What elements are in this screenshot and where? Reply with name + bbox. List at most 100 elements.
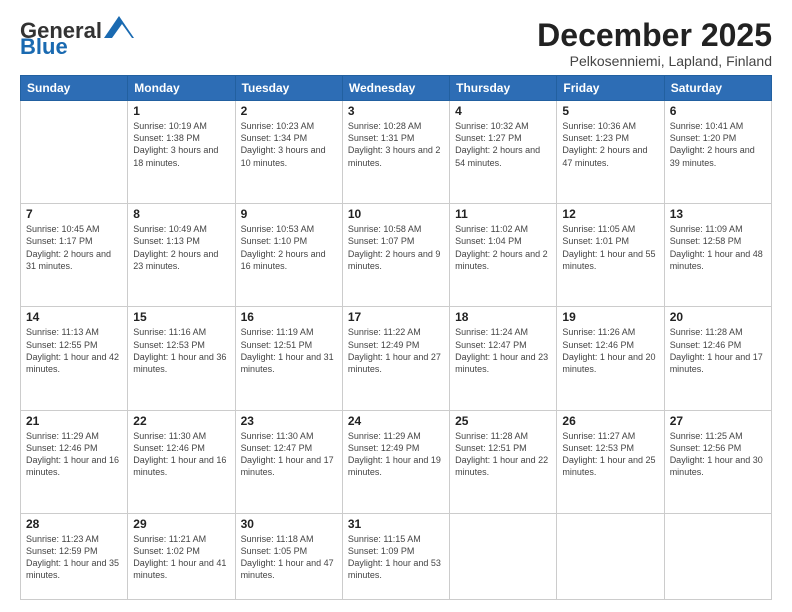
calendar-table: Sunday Monday Tuesday Wednesday Thursday… — [20, 75, 772, 600]
day-number: 28 — [26, 517, 122, 531]
day-info: Sunrise: 11:26 AM Sunset: 12:46 PM Dayli… — [562, 326, 658, 375]
header-sunday: Sunday — [21, 76, 128, 101]
day-info: Sunrise: 11:09 AM Sunset: 12:58 PM Dayli… — [670, 223, 766, 272]
day-number: 15 — [133, 310, 229, 324]
day-number: 19 — [562, 310, 658, 324]
header-thursday: Thursday — [450, 76, 557, 101]
day-number: 17 — [348, 310, 444, 324]
day-info: Sunrise: 11:28 AM Sunset: 12:51 PM Dayli… — [455, 430, 551, 479]
table-row: 17 Sunrise: 11:22 AM Sunset: 12:49 PM Day… — [342, 307, 449, 410]
day-info: Sunrise: 10:49 AM Sunset: 1:13 PM Daylig… — [133, 223, 229, 272]
day-number: 9 — [241, 207, 337, 221]
logo-icon — [104, 16, 134, 38]
calendar-subtitle: Pelkosenniemi, Lapland, Finland — [537, 53, 772, 69]
calendar-week-row: 7Sunrise: 10:45 AM Sunset: 1:17 PM Dayli… — [21, 204, 772, 307]
header-monday: Monday — [128, 76, 235, 101]
table-row: 29 Sunrise: 11:21 AM Sunset: 1:02 PM Dayl… — [128, 513, 235, 599]
day-info: Sunrise: 10:36 AM Sunset: 1:23 PM Daylig… — [562, 120, 658, 169]
day-number: 11 — [455, 207, 551, 221]
table-row: 2Sunrise: 10:23 AM Sunset: 1:34 PM Dayli… — [235, 101, 342, 204]
header-wednesday: Wednesday — [342, 76, 449, 101]
calendar-title: December 2025 — [537, 18, 772, 53]
day-number: 2 — [241, 104, 337, 118]
day-info: Sunrise: 10:28 AM Sunset: 1:31 PM Daylig… — [348, 120, 444, 169]
table-row: 16Sunrise: 11:19 AM Sunset: 12:51 PM Day… — [235, 307, 342, 410]
day-number: 30 — [241, 517, 337, 531]
day-number: 29 — [133, 517, 229, 531]
day-info: Sunrise: 11:13 AM Sunset: 12:55 PM Dayli… — [26, 326, 122, 375]
table-row: 12 Sunrise: 11:05 AM Sunset: 1:01 PM Dayl… — [557, 204, 664, 307]
table-row — [557, 513, 664, 599]
day-info: Sunrise: 11:24 AM Sunset: 12:47 PM Dayli… — [455, 326, 551, 375]
table-row: 22 Sunrise: 11:30 AM Sunset: 12:46 PM Day… — [128, 410, 235, 513]
table-row: 8 Sunrise: 10:49 AM Sunset: 1:13 PM Dayli… — [128, 204, 235, 307]
table-row: 19 Sunrise: 11:26 AM Sunset: 12:46 PM Day… — [557, 307, 664, 410]
table-row: 7Sunrise: 10:45 AM Sunset: 1:17 PM Dayli… — [21, 204, 128, 307]
day-number: 1 — [133, 104, 229, 118]
table-row: 30 Sunrise: 11:18 AM Sunset: 1:05 PM Dayl… — [235, 513, 342, 599]
day-info: Sunrise: 11:27 AM Sunset: 12:53 PM Dayli… — [562, 430, 658, 479]
table-row: 28Sunrise: 11:23 AM Sunset: 12:59 PM Day… — [21, 513, 128, 599]
day-number: 10 — [348, 207, 444, 221]
table-row: 14 Sunrise: 11:13 AM Sunset: 12:55 PM Day… — [21, 307, 128, 410]
table-row: 26 Sunrise: 11:27 AM Sunset: 12:53 PM Day… — [557, 410, 664, 513]
table-row: 9 Sunrise: 10:53 AM Sunset: 1:10 PM Dayli… — [235, 204, 342, 307]
day-info: Sunrise: 11:22 AM Sunset: 12:49 PM Dayli… — [348, 326, 444, 375]
day-number: 7 — [26, 207, 122, 221]
day-number: 22 — [133, 414, 229, 428]
day-number: 4 — [455, 104, 551, 118]
day-number: 23 — [241, 414, 337, 428]
day-info: Sunrise: 11:29 AM Sunset: 12:49 PM Dayli… — [348, 430, 444, 479]
day-info: Sunrise: 10:32 AM Sunset: 1:27 PM Daylig… — [455, 120, 551, 169]
day-info: Sunrise: 11:21 AM Sunset: 1:02 PM Daylig… — [133, 533, 229, 582]
day-number: 12 — [562, 207, 658, 221]
calendar-week-row: 28Sunrise: 11:23 AM Sunset: 12:59 PM Day… — [21, 513, 772, 599]
table-row: 5Sunrise: 10:36 AM Sunset: 1:23 PM Dayli… — [557, 101, 664, 204]
weekday-header-row: Sunday Monday Tuesday Wednesday Thursday… — [21, 76, 772, 101]
table-row — [664, 513, 771, 599]
header: General Blue December 2025 Pelkosenniemi… — [20, 18, 772, 69]
table-row: 1Sunrise: 10:19 AM Sunset: 1:38 PM Dayli… — [128, 101, 235, 204]
day-number: 16 — [241, 310, 337, 324]
day-info: Sunrise: 11:02 AM Sunset: 1:04 PM Daylig… — [455, 223, 551, 272]
table-row: 18Sunrise: 11:24 AM Sunset: 12:47 PM Day… — [450, 307, 557, 410]
day-number: 24 — [348, 414, 444, 428]
header-saturday: Saturday — [664, 76, 771, 101]
day-number: 13 — [670, 207, 766, 221]
table-row: 24 Sunrise: 11:29 AM Sunset: 12:49 PM Day… — [342, 410, 449, 513]
day-number: 14 — [26, 310, 122, 324]
table-row: 20Sunrise: 11:28 AM Sunset: 12:46 PM Day… — [664, 307, 771, 410]
day-info: Sunrise: 11:25 AM Sunset: 12:56 PM Dayli… — [670, 430, 766, 479]
day-info: Sunrise: 11:05 AM Sunset: 1:01 PM Daylig… — [562, 223, 658, 272]
header-tuesday: Tuesday — [235, 76, 342, 101]
page: General Blue December 2025 Pelkosenniemi… — [0, 0, 792, 612]
calendar-week-row: 14 Sunrise: 11:13 AM Sunset: 12:55 PM Day… — [21, 307, 772, 410]
day-info: Sunrise: 10:58 AM Sunset: 1:07 PM Daylig… — [348, 223, 444, 272]
day-number: 25 — [455, 414, 551, 428]
day-info: Sunrise: 11:28 AM Sunset: 12:46 PM Dayli… — [670, 326, 766, 375]
day-number: 21 — [26, 414, 122, 428]
table-row: 23Sunrise: 11:30 AM Sunset: 12:47 PM Day… — [235, 410, 342, 513]
table-row: 15 Sunrise: 11:16 AM Sunset: 12:53 PM Day… — [128, 307, 235, 410]
logo-blue: Blue — [20, 34, 68, 60]
day-info: Sunrise: 11:18 AM Sunset: 1:05 PM Daylig… — [241, 533, 337, 582]
day-info: Sunrise: 10:53 AM Sunset: 1:10 PM Daylig… — [241, 223, 337, 272]
day-number: 6 — [670, 104, 766, 118]
day-info: Sunrise: 11:30 AM Sunset: 12:46 PM Dayli… — [133, 430, 229, 479]
day-number: 8 — [133, 207, 229, 221]
table-row: 27 Sunrise: 11:25 AM Sunset: 12:56 PM Day… — [664, 410, 771, 513]
day-info: Sunrise: 11:29 AM Sunset: 12:46 PM Dayli… — [26, 430, 122, 479]
table-row: 10 Sunrise: 10:58 AM Sunset: 1:07 PM Dayl… — [342, 204, 449, 307]
day-info: Sunrise: 11:15 AM Sunset: 1:09 PM Daylig… — [348, 533, 444, 582]
day-number: 26 — [562, 414, 658, 428]
table-row: 31Sunrise: 11:15 AM Sunset: 1:09 PM Dayl… — [342, 513, 449, 599]
table-row: 21 Sunrise: 11:29 AM Sunset: 12:46 PM Day… — [21, 410, 128, 513]
table-row — [21, 101, 128, 204]
table-row: 4 Sunrise: 10:32 AM Sunset: 1:27 PM Dayli… — [450, 101, 557, 204]
table-row: 6Sunrise: 10:41 AM Sunset: 1:20 PM Dayli… — [664, 101, 771, 204]
day-info: Sunrise: 11:16 AM Sunset: 12:53 PM Dayli… — [133, 326, 229, 375]
header-friday: Friday — [557, 76, 664, 101]
logo: General Blue — [20, 18, 134, 60]
calendar-week-row: 21 Sunrise: 11:29 AM Sunset: 12:46 PM Day… — [21, 410, 772, 513]
day-number: 27 — [670, 414, 766, 428]
